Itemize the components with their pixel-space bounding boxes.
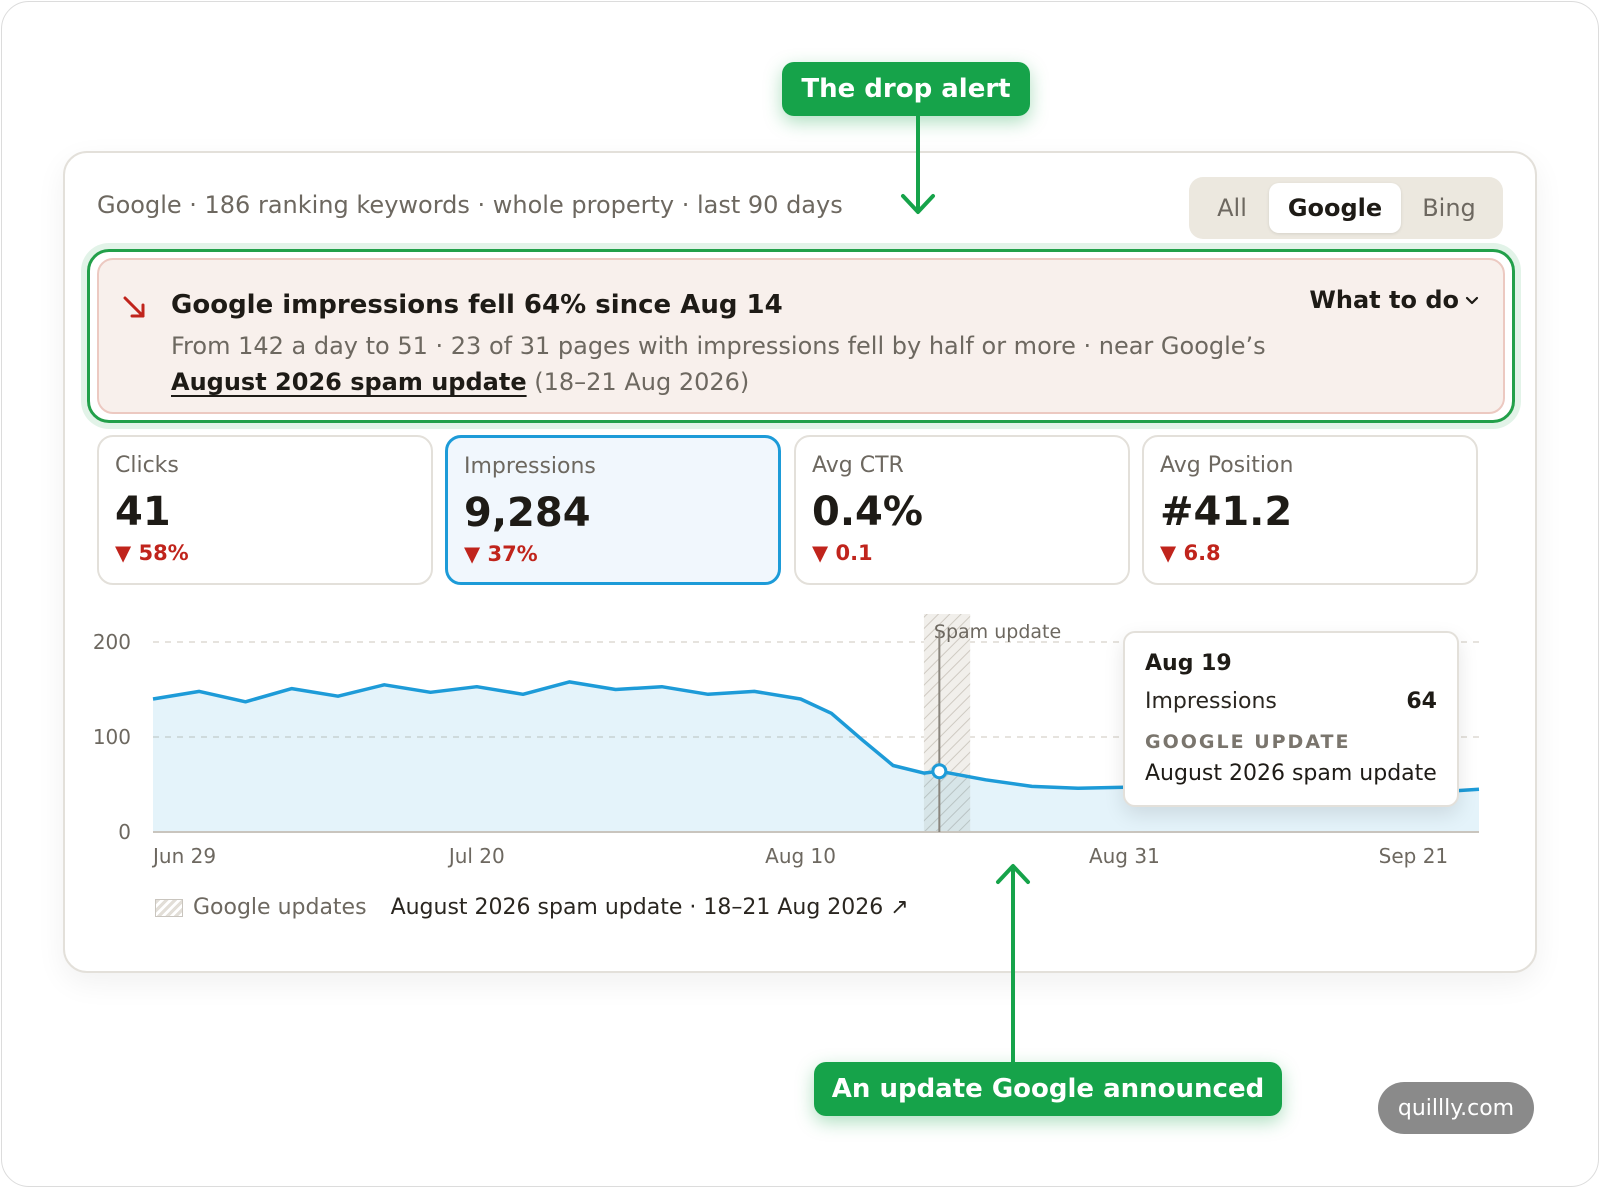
tooltip-metric: Impressions (1145, 689, 1277, 714)
x-tick-label: Jul 20 (447, 844, 505, 868)
what-to-do-button[interactable]: What to do (1309, 286, 1479, 314)
band-label: Spam update (934, 621, 1061, 643)
tooltip-update-name: August 2026 spam update (1145, 761, 1437, 786)
tooltip-section-title: GOOGLE UPDATE (1145, 731, 1351, 753)
engine-tab-all[interactable]: All (1195, 183, 1269, 233)
y-tick-label: 100 (93, 725, 131, 749)
drop-alert-banner: Google impressions fell 64% since Aug 14… (97, 258, 1505, 414)
chart-legend: Google updates August 2026 spam update ·… (155, 895, 909, 920)
metric-card-avg-ctr[interactable]: Avg CTR 0.4% ▼ 0.1 (794, 435, 1130, 585)
metric-value: 0.4% (812, 489, 923, 535)
metric-delta: ▼ 0.1 (812, 541, 873, 565)
chart-tooltip: Aug 19 Impressions 64 GOOGLE UPDATE Augu… (1123, 631, 1459, 807)
chevron-down-icon (1465, 296, 1479, 305)
alert-description: From 142 a day to 51 · 23 of 31 pages wi… (171, 328, 1291, 400)
trend-down-arrow-icon (123, 296, 145, 318)
metric-card-clicks[interactable]: Clicks 41 ▼ 58% (97, 435, 433, 585)
x-tick-label: Aug 31 (1089, 844, 1160, 868)
metric-value: #41.2 (1160, 489, 1293, 535)
brand-badge: quillly.com (1378, 1082, 1534, 1134)
metric-value: 41 (115, 489, 171, 535)
google-update-callout: An update Google announced (814, 1062, 1282, 1116)
legend-update-link[interactable]: August 2026 spam update · 18–21 Aug 2026… (391, 895, 909, 920)
metric-label: Impressions (464, 454, 596, 479)
scope-summary: Google · 186 ranking keywords · whole pr… (97, 191, 843, 219)
metric-label: Avg CTR (812, 453, 904, 478)
alert-title: Google impressions fell 64% since Aug 14 (171, 290, 783, 320)
metric-delta: ▼ 37% (464, 542, 538, 566)
y-tick-label: 0 (118, 820, 131, 844)
hover-point (931, 763, 948, 780)
y-tick-label: 200 (93, 630, 131, 654)
hatch-swatch-icon (155, 898, 183, 917)
metric-label: Avg Position (1160, 453, 1294, 478)
search-performance-card: Google · 186 ranking keywords · whole pr… (63, 151, 1537, 973)
metric-value: 9,284 (464, 490, 591, 536)
x-tick-label: Jun 29 (151, 844, 216, 868)
metric-label: Clicks (115, 453, 179, 478)
metric-card-impressions[interactable]: Impressions 9,284 ▼ 37% (445, 435, 781, 585)
metric-card-avg-position[interactable]: Avg Position #41.2 ▼ 6.8 (1142, 435, 1478, 585)
update-dates: (18–21 Aug 2026) (534, 368, 750, 396)
engine-tab-bing[interactable]: Bing (1401, 183, 1497, 233)
x-tick-label: Aug 10 (765, 844, 836, 868)
tooltip-value: 64 (1406, 689, 1437, 714)
legend-label: Google updates (193, 895, 367, 920)
drop-alert-callout: The drop alert (782, 62, 1030, 116)
engine-tab-google[interactable]: Google (1269, 183, 1401, 233)
x-tick-label: Sep 21 (1379, 844, 1449, 868)
what-to-do-label: What to do (1309, 286, 1459, 314)
engine-switcher: All Google Bing (1189, 177, 1503, 239)
tooltip-date: Aug 19 (1145, 651, 1232, 676)
metric-delta: ▼ 6.8 (1160, 541, 1221, 565)
alert-detail-text: From 142 a day to 51 · 23 of 31 pages wi… (171, 332, 1266, 360)
metric-delta: ▼ 58% (115, 541, 189, 565)
spam-update-link[interactable]: August 2026 spam update (171, 368, 527, 396)
